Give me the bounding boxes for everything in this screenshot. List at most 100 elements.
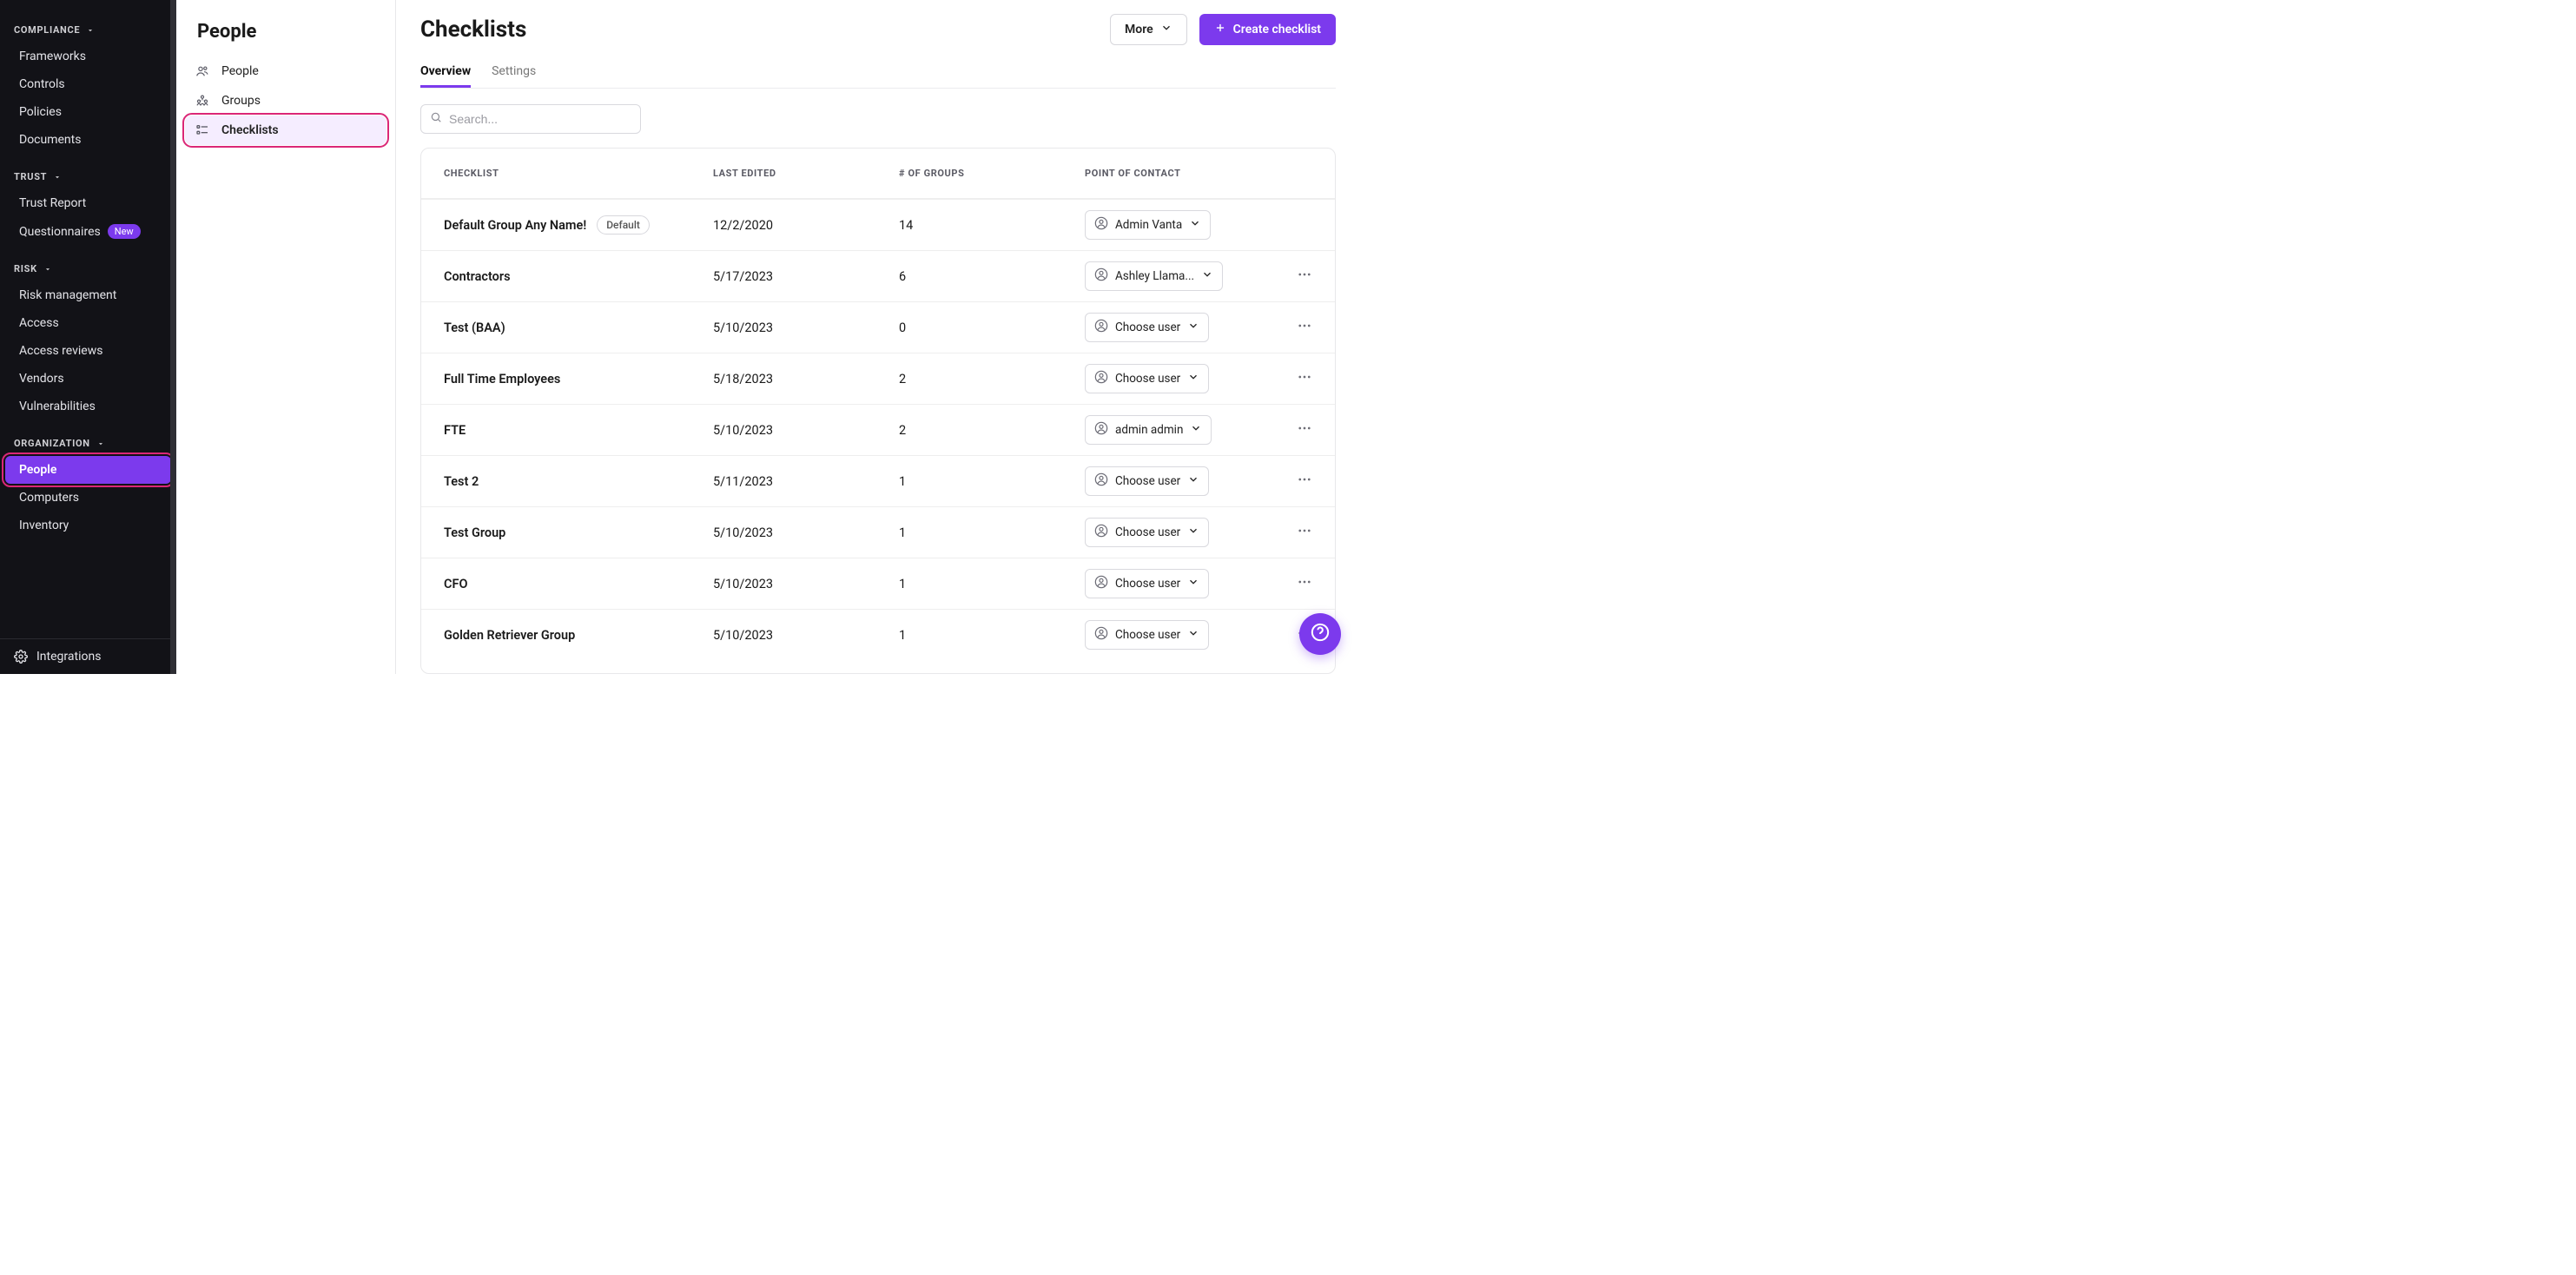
scrollbar[interactable] [170,0,176,674]
sidebar-item-frameworks[interactable]: Frameworks [5,43,171,70]
cell-point-of-contact: Choose user [1085,466,1260,496]
search-icon [430,111,442,127]
table-row[interactable]: Full Time Employees5/18/20232Choose user [421,353,1335,404]
checklist-name: Full Time Employees [444,372,560,386]
main-content: Checklists More Create checklist Overvie… [396,0,1360,674]
tab-settings[interactable]: Settings [492,57,536,88]
chevron-down-icon [1190,422,1202,438]
sidebar-item-questionnaires[interactable]: QuestionnairesNew [5,217,171,246]
table-row[interactable]: FTE 5/10/20232admin admin [421,404,1335,455]
row-actions[interactable] [1260,472,1312,491]
cell-checklist-name: Test (BAA) [444,320,713,335]
table-row[interactable]: CFO5/10/20231Choose user [421,558,1335,609]
sidebar-item-people[interactable]: People [5,456,171,484]
sidebar-section-header[interactable]: TRUST [0,162,176,189]
secondary-nav-people[interactable]: People [185,56,386,86]
poc-selector[interactable]: Choose user [1085,569,1209,598]
sidebar-item-label: Policies [19,105,62,119]
table-row[interactable]: Test 25/11/20231Choose user [421,455,1335,506]
create-checklist-button[interactable]: Create checklist [1199,14,1336,45]
cell-group-count: 14 [899,218,1085,233]
sidebar-item-inventory[interactable]: Inventory [5,512,171,539]
poc-selector[interactable]: Choose user [1085,620,1209,650]
cell-point-of-contact: Choose user [1085,569,1260,598]
sidebar-item-label: Frameworks [19,50,86,63]
more-actions-icon[interactable] [1297,574,1312,593]
row-actions[interactable] [1260,267,1312,286]
chevron-down-icon [1187,320,1199,335]
sidebar-item-vulnerabilities[interactable]: Vulnerabilities [5,393,171,420]
groups-icon [195,94,211,108]
sidebar-item-documents[interactable]: Documents [5,126,171,154]
checklist-name: Test 2 [444,474,479,489]
sidebar-item-risk-management[interactable]: Risk management [5,281,171,309]
sidebar-item-vendors[interactable]: Vendors [5,365,171,393]
cell-checklist-name: FTE [444,423,713,438]
sidebar-item-computers[interactable]: Computers [5,484,171,512]
poc-selector[interactable]: Ashley Llama... [1085,261,1223,291]
caret-down-icon [86,26,95,35]
sidebar-item-label: Vulnerabilities [19,400,96,413]
row-actions[interactable] [1260,318,1312,337]
more-actions-icon[interactable] [1297,318,1312,337]
table-row[interactable]: Default Group Any Name!Default12/2/20201… [421,199,1335,250]
help-icon [1311,623,1330,645]
sidebar-section-header[interactable]: RISK [0,254,176,281]
poc-label: Choose user [1115,577,1180,591]
table-row[interactable]: Test (BAA)5/10/20230Choose user [421,301,1335,353]
cell-checklist-name: Default Group Any Name!Default [444,215,713,235]
cell-last-edited: 5/10/2023 [713,423,899,438]
chevron-down-icon [1187,371,1199,386]
sidebar-section-title: TRUST [14,171,47,182]
sidebar-item-access-reviews[interactable]: Access reviews [5,337,171,365]
poc-selector[interactable]: Choose user [1085,518,1209,547]
cell-point-of-contact: Choose user [1085,364,1260,393]
row-actions[interactable] [1260,420,1312,439]
sidebar-item-controls[interactable]: Controls [5,70,171,98]
sidebar-footer-integrations[interactable]: Integrations [0,638,176,674]
row-actions[interactable] [1260,369,1312,388]
sidebar-section-header[interactable]: ORGANIZATION [0,429,176,456]
more-actions-icon[interactable] [1297,472,1312,491]
secondary-nav-checklists[interactable]: Checklists [185,116,386,145]
row-actions[interactable] [1260,523,1312,542]
poc-selector[interactable]: Choose user [1085,364,1209,393]
search-input[interactable] [449,112,631,126]
more-actions-icon[interactable] [1297,369,1312,388]
checklist-name: FTE [444,423,466,438]
help-button[interactable] [1299,613,1341,655]
cell-checklist-name: Test 2 [444,474,713,489]
sidebar-item-access[interactable]: Access [5,309,171,337]
more-actions-icon[interactable] [1297,267,1312,286]
sidebar-item-policies[interactable]: Policies [5,98,171,126]
cell-group-count: 0 [899,320,1085,335]
more-actions-icon[interactable] [1297,523,1312,542]
cell-group-count: 2 [899,372,1085,386]
search-field[interactable] [420,104,641,134]
more-actions-icon[interactable] [1297,420,1312,439]
sidebar-item-label: Access [19,316,59,330]
poc-selector[interactable]: Admin Vanta [1085,210,1211,240]
cell-point-of-contact: Choose user [1085,620,1260,650]
user-circle-icon [1094,319,1108,336]
sidebar-item-trust-report[interactable]: Trust Report [5,189,171,217]
poc-selector[interactable]: Choose user [1085,466,1209,496]
sidebar-section-header[interactable]: COMPLIANCE [0,16,176,43]
cell-group-count: 2 [899,423,1085,438]
table-row[interactable]: Contractors5/17/20236Ashley Llama... [421,250,1335,301]
cell-group-count: 1 [899,577,1085,591]
chevron-down-icon [1187,473,1199,489]
poc-label: Ashley Llama... [1115,269,1194,283]
create-checklist-label: Create checklist [1233,23,1321,36]
table-row[interactable]: Golden Retriever Group5/10/20231Choose u… [421,609,1335,660]
poc-selector[interactable]: admin admin [1085,415,1212,445]
cell-checklist-name: Golden Retriever Group [444,628,713,643]
tab-overview[interactable]: Overview [420,57,471,88]
cell-checklist-name: Contractors [444,269,713,284]
more-button[interactable]: More [1110,14,1187,45]
poc-selector[interactable]: Choose user [1085,313,1209,342]
row-actions[interactable] [1260,574,1312,593]
table-row[interactable]: Test Group5/10/20231Choose user [421,506,1335,558]
col-checklist: CHECKLIST [444,168,713,179]
secondary-nav-groups[interactable]: Groups [185,86,386,116]
